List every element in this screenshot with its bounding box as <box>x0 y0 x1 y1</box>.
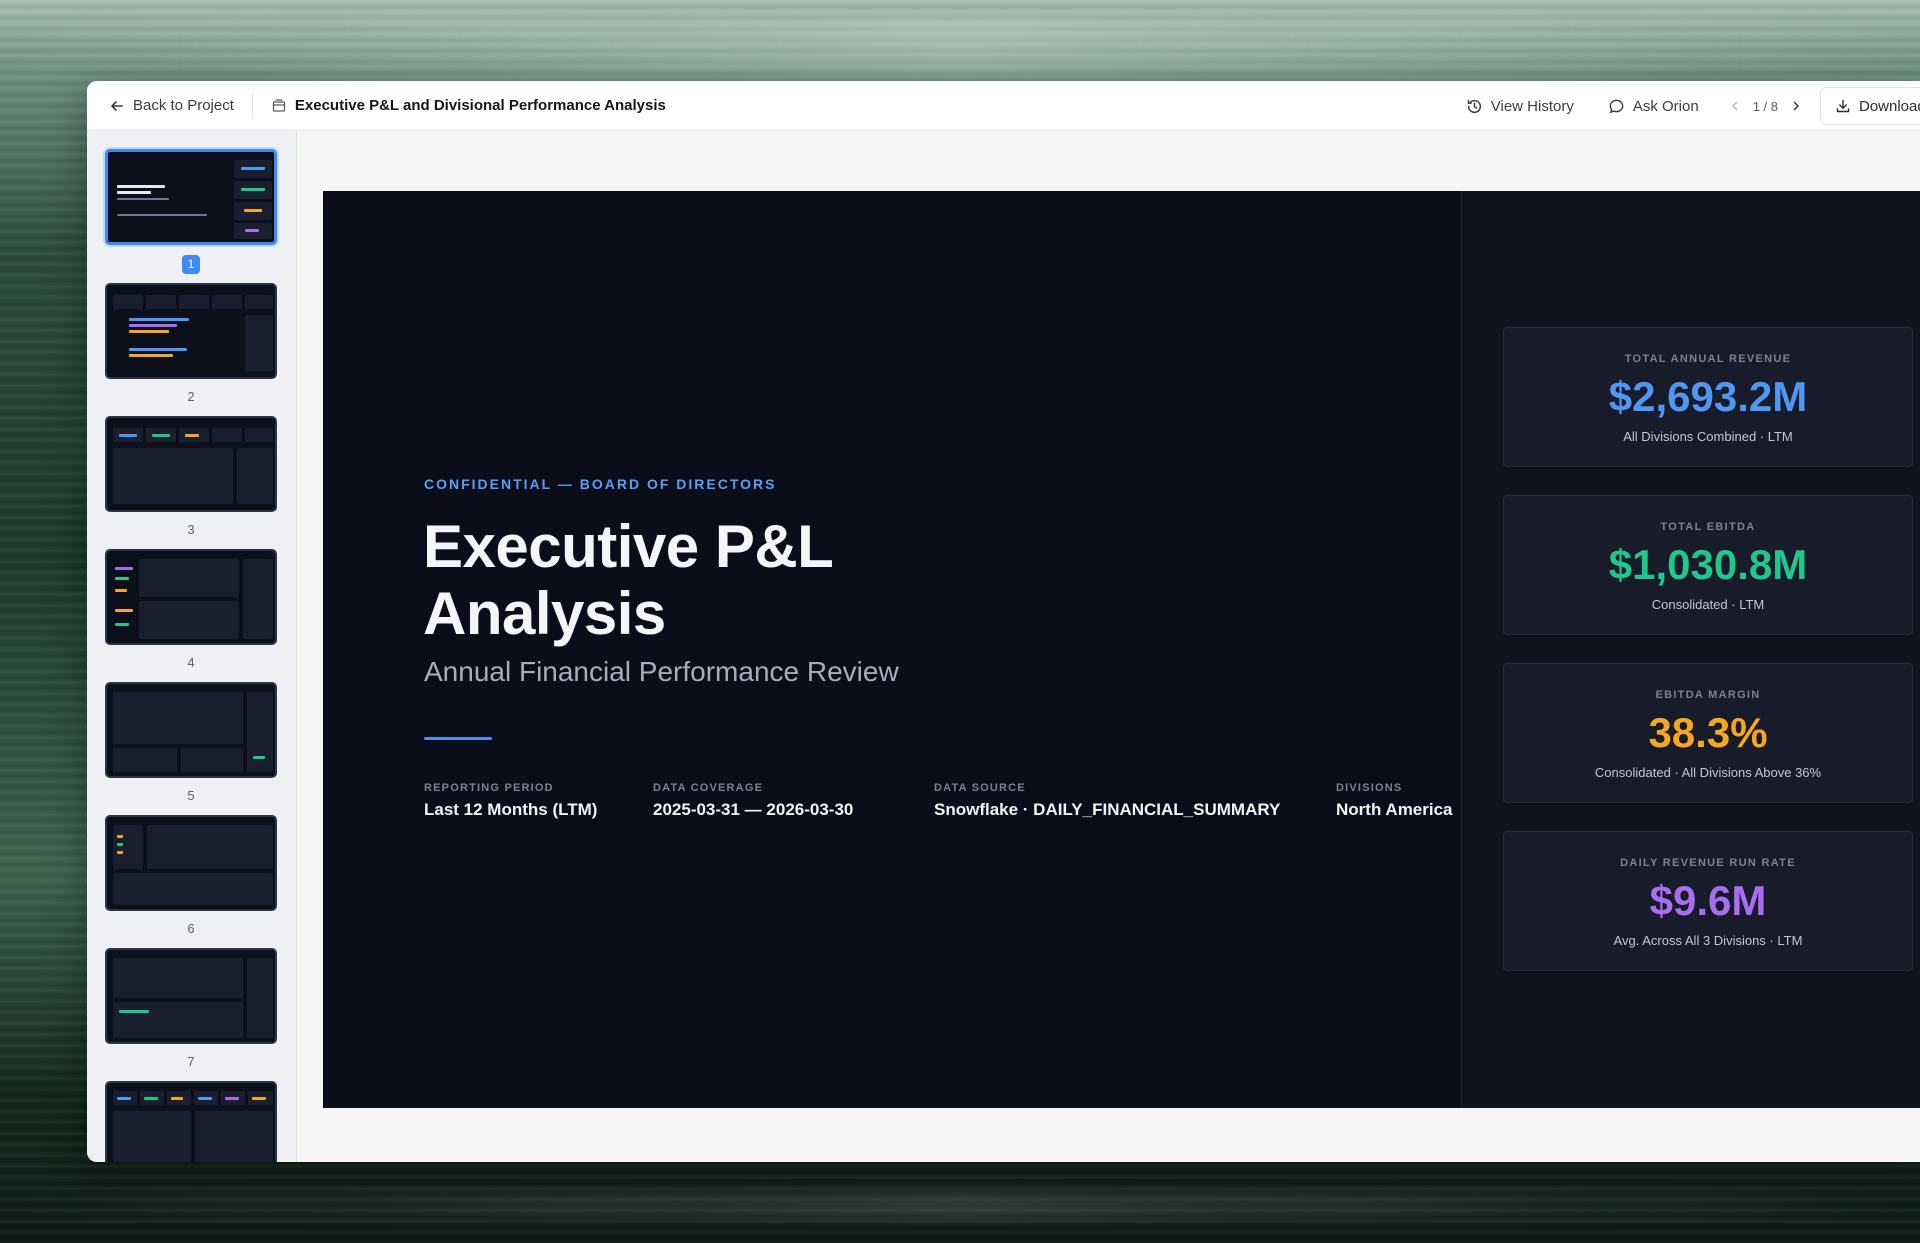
top-toolbar: Back to Project Executive P&L and Divisi… <box>87 81 1920 131</box>
toolbar-divider <box>251 92 253 119</box>
slide-title-line-2: Analysis <box>423 580 666 647</box>
kpi-value: $2,693.2M <box>1608 373 1808 420</box>
arrow-left-icon <box>109 98 125 114</box>
presentation-viewer-window: Back to Project Executive P&L and Divisi… <box>87 81 1920 1162</box>
thumbnail-preview <box>105 149 277 245</box>
thumbnail-number: 5 <box>187 788 195 803</box>
thumbnail-slide-3[interactable]: 3 <box>105 416 277 537</box>
slide-subtitle: Annual Financial Performance Review <box>424 656 899 687</box>
document-title: Executive P&L and Divisional Performance… <box>294 97 666 114</box>
history-icon <box>1466 98 1483 115</box>
kpi-subtext: Avg. Across All 3 Divisions · LTM <box>1613 933 1803 948</box>
thumbnail-preview <box>105 948 277 1044</box>
thumbnail-preview <box>105 416 277 512</box>
meta-reporting-period: REPORTING PERIOD Last 12 Months (LTM) <box>424 782 597 820</box>
thumbnail-number: 6 <box>187 921 195 936</box>
kpi-value: $1,030.8M <box>1608 541 1808 588</box>
thumbnail-preview <box>105 549 277 645</box>
chevron-right-icon[interactable] <box>1790 100 1802 112</box>
kpi-card-daily-run-rate: DAILY REVENUE RUN RATE $9.6M Avg. Across… <box>1503 831 1913 971</box>
thumbnail-number: 3 <box>187 522 195 537</box>
presentation-icon <box>271 98 287 114</box>
slide-stage: CONFIDENTIAL — BOARD OF DIRECTORS Execut… <box>297 131 1920 1162</box>
kpi-subtext: All Divisions Combined · LTM <box>1623 429 1793 444</box>
thumbnail-number: 7 <box>187 1054 195 1069</box>
document-title-area: Executive P&L and Divisional Performance… <box>271 97 666 114</box>
thumbnail-slide-4[interactable]: 4 <box>105 549 277 670</box>
thumbnail-slide-7[interactable]: 7 <box>105 948 277 1069</box>
kpi-card-total-ebitda: TOTAL EBITDA $1,030.8M Consolidated · LT… <box>1503 495 1913 635</box>
kpi-label: TOTAL ANNUAL REVENUE <box>1624 353 1792 365</box>
meta-label: DATA SOURCE <box>934 782 1026 794</box>
thumbnail-number: 2 <box>187 389 195 404</box>
meta-value: Last 12 Months (LTM) <box>424 800 598 819</box>
back-to-project-label: Back to Project <box>133 97 234 114</box>
thumbnail-number: 1 <box>105 255 277 274</box>
kpi-value: $9.6M <box>1649 877 1767 924</box>
accent-divider <box>424 737 492 740</box>
chat-bubble-icon <box>1608 98 1625 115</box>
kpi-label: EBITDA MARGIN <box>1655 689 1761 701</box>
thumbnail-slide-8[interactable]: 8 <box>105 1081 277 1162</box>
ask-orion-button[interactable]: Ask Orion <box>1608 98 1699 115</box>
slide-title: Executive P&L Analysis <box>423 513 1123 647</box>
current-slide: CONFIDENTIAL — BOARD OF DIRECTORS Execut… <box>323 191 1920 1108</box>
meta-value: Snowflake · DAILY_FINANCIAL_SUMMARY <box>934 800 1281 819</box>
meta-value: North America <box>1336 800 1453 819</box>
meta-value: 2025-03-31 — 2026-03-30 <box>653 800 854 819</box>
meta-label: DIVISIONS <box>1336 782 1403 794</box>
meta-data-source: DATA SOURCE Snowflake · DAILY_FINANCIAL_… <box>934 782 1280 820</box>
download-icon <box>1835 98 1851 114</box>
thumbnail-slide-1[interactable]: 1 <box>105 149 277 274</box>
view-history-label: View History <box>1490 97 1574 115</box>
thumbnail-preview <box>105 1081 277 1162</box>
page-indicator: 1 / 8 <box>1752 98 1778 114</box>
kpi-card-ebitda-margin: EBITDA MARGIN 38.3% Consolidated · All D… <box>1503 663 1913 803</box>
kpi-label: DAILY REVENUE RUN RATE <box>1620 857 1796 869</box>
download-button[interactable]: Download <box>1820 87 1920 125</box>
thumbnail-slide-2[interactable]: 2 <box>105 283 277 404</box>
meta-label: REPORTING PERIOD <box>424 782 554 794</box>
thumbnail-slide-5[interactable]: 5 <box>105 682 277 803</box>
kpi-subtext: Consolidated · All Divisions Above 36% <box>1594 765 1822 780</box>
toolbar-actions: View History Ask Orion 1 / 8 Download <box>1466 81 1920 131</box>
kpi-value: 38.3% <box>1648 709 1768 756</box>
thumbnail-preview <box>105 283 277 379</box>
kpi-subtext: Consolidated · LTM <box>1651 597 1765 612</box>
chevron-left-icon[interactable] <box>1729 100 1741 112</box>
view-history-button[interactable]: View History <box>1466 98 1574 115</box>
thumbnail-preview <box>105 815 277 911</box>
slide-pager: 1 / 8 <box>1729 99 1802 114</box>
ask-orion-label: Ask Orion <box>1632 97 1699 115</box>
thumbnail-number: 4 <box>187 655 195 670</box>
back-to-project-button[interactable]: Back to Project <box>109 97 234 114</box>
slide-eyebrow: CONFIDENTIAL — BOARD OF DIRECTORS <box>424 476 777 492</box>
download-label: Download <box>1859 97 1920 115</box>
slide-title-line-1: Executive P&L <box>423 513 834 580</box>
thumbnail-preview <box>105 682 277 778</box>
thumbnail-slide-6[interactable]: 6 <box>105 815 277 936</box>
kpi-label: TOTAL EBITDA <box>1660 521 1756 533</box>
kpi-card-total-revenue: TOTAL ANNUAL REVENUE $2,693.2M All Divis… <box>1503 327 1913 467</box>
meta-data-coverage: DATA COVERAGE 2025-03-31 — 2026-03-30 <box>653 782 853 820</box>
meta-label: DATA COVERAGE <box>653 782 764 794</box>
slide-thumbnail-sidebar[interactable]: 1 2 3 4 5 6 7 <box>87 131 297 1162</box>
meta-divisions: DIVISIONS North America <box>1336 782 1453 820</box>
kpi-panel: TOTAL ANNUAL REVENUE $2,693.2M All Divis… <box>1461 191 1920 1108</box>
